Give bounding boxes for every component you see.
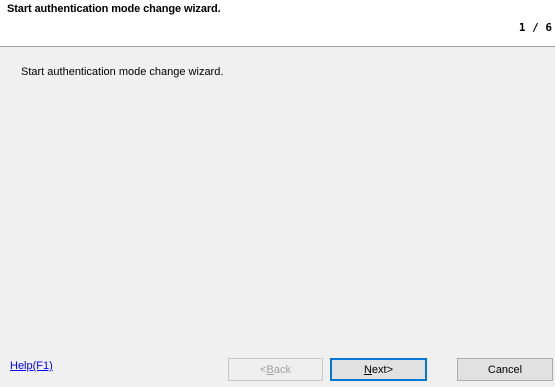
wizard-window: Start authentication mode change wizard.… xyxy=(0,0,555,387)
help-link[interactable]: Help(F1) xyxy=(10,360,53,372)
wizard-title: Start authentication mode change wizard. xyxy=(7,3,221,15)
step-indicator: 1 / 6 xyxy=(518,21,552,34)
next-button-mnemonic: N xyxy=(363,363,372,376)
back-button-rest: ack xyxy=(273,363,291,376)
back-button-mnemonic: B xyxy=(266,363,274,376)
next-button-rest: ext> xyxy=(371,363,394,376)
back-button[interactable]: < Back xyxy=(228,358,323,381)
wizard-header: Start authentication mode change wizard.… xyxy=(0,0,555,47)
cancel-button[interactable]: Cancel xyxy=(457,358,553,381)
next-button[interactable]: Next> xyxy=(330,358,427,381)
wizard-description: Start authentication mode change wizard. xyxy=(21,66,224,78)
